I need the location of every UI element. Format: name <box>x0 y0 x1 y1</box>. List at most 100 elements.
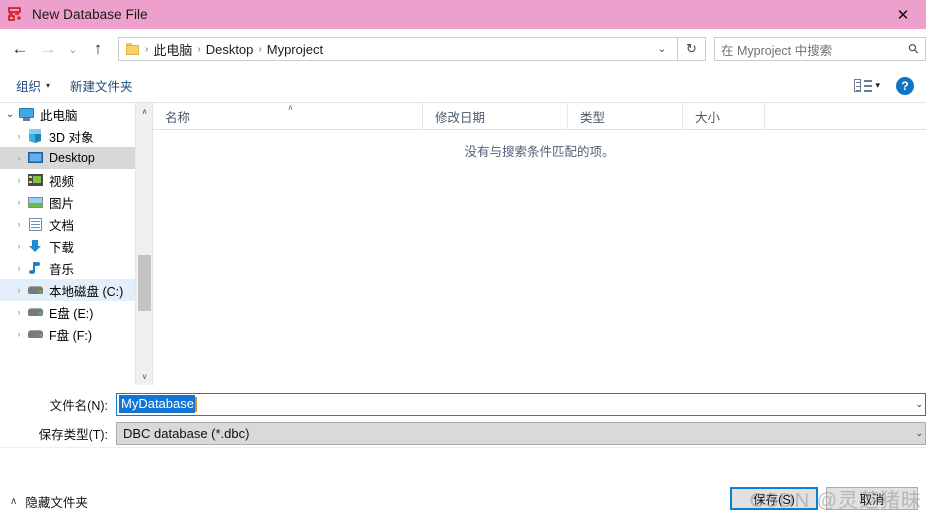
breadcrumb-item-2[interactable]: Myproject <box>263 42 327 57</box>
filename-input[interactable]: MyDatabase <box>116 392 926 416</box>
filename-label: 文件名(N): <box>49 398 108 413</box>
computer-icon <box>18 107 35 122</box>
file-list-pane[interactable]: ∧ 名称 修改日期 类型 大小 没有与搜索条件匹配的项。 <box>153 102 926 385</box>
search-input[interactable]: 在 Myproject 中搜索 ⚲ <box>714 37 926 61</box>
sidebar-item-label: 下载 <box>49 240 75 255</box>
drive-icon <box>27 305 44 320</box>
sidebar-item-pictures[interactable]: › 图片 <box>0 191 135 213</box>
view-mode-icon[interactable] <box>854 78 873 93</box>
navigation-pane-scrollbar[interactable]: ∧ ∨ <box>135 103 152 385</box>
sidebar-item-downloads[interactable]: › 下载 <box>0 235 135 257</box>
sidebar-item-label: 本地磁盘 (C:) <box>49 284 124 299</box>
column-header-date[interactable]: 修改日期 <box>423 102 568 130</box>
save-form: 文件名(N): MyDatabase ⌄ 保存类型(T): DBC databa… <box>0 385 926 447</box>
sidebar-item-label: 视频 <box>49 174 75 189</box>
pictures-icon <box>27 195 44 210</box>
organize-label: 组织 <box>16 80 42 94</box>
chevron-right-icon[interactable]: › <box>11 329 27 339</box>
sidebar-item-this-pc[interactable]: ⌄ 此电脑 <box>0 103 135 125</box>
command-bar-right: ▾ ? <box>854 76 926 95</box>
videos-icon <box>27 173 44 188</box>
sidebar-item-drive-e[interactable]: › E盘 (E:) <box>0 301 135 323</box>
chevron-right-icon[interactable]: › <box>11 131 27 141</box>
new-folder-button[interactable]: 新建文件夹 <box>60 76 143 95</box>
filetype-select[interactable]: DBC database (*.dbc) <box>116 421 926 445</box>
music-icon <box>27 261 44 276</box>
sidebar-item-label: 文档 <box>49 218 75 233</box>
hide-folders-label: 隐藏文件夹 <box>25 496 88 510</box>
chevron-up-icon: ∧ <box>10 496 18 507</box>
window-title: New Database File <box>32 7 148 22</box>
address-bar[interactable]: › 此电脑 › Desktop › Myproject ⌄ <box>118 37 678 61</box>
sidebar-item-3d-objects[interactable]: › 3D 对象 <box>0 125 135 147</box>
chevron-down-icon[interactable]: ⌄ <box>2 109 18 120</box>
filetype-chevron-down-icon[interactable]: ⌄ <box>915 428 923 439</box>
chevron-right-icon[interactable]: › <box>11 285 27 295</box>
empty-list-message: 没有与搜索条件匹配的项。 <box>464 145 615 159</box>
chevron-down-icon[interactable]: ⌄ <box>649 38 675 60</box>
chevron-right-icon[interactable]: › <box>11 153 27 163</box>
documents-icon <box>27 217 44 232</box>
save-button[interactable]: 保存(S) <box>730 487 818 510</box>
chevron-right-icon[interactable]: › <box>11 263 27 273</box>
desktop-icon <box>27 151 44 166</box>
navigation-bar: ← → ⌄ ↑ › 此电脑 › Desktop › Myproject ⌄ ↻ … <box>0 29 926 69</box>
dialog-footer: ∧ 隐藏文件夹 保存(S) 取消 CSDN @灵芝猪昧 <box>0 447 926 525</box>
column-header-row: ∧ 名称 修改日期 类型 大小 <box>153 102 926 130</box>
navigation-pane: ⌄ 此电脑 › 3D 对象 › Desktop › 视频 › 图片 › 文档 ›… <box>0 103 135 385</box>
organize-button[interactable]: 组织 ▾ <box>6 76 60 95</box>
drive-icon <box>27 283 44 298</box>
sidebar-item-label: 图片 <box>49 196 75 211</box>
sidebar-item-drive-f[interactable]: › F盘 (F:) <box>0 323 135 345</box>
hide-folders-button[interactable]: ∧ 隐藏文件夹 <box>10 492 88 511</box>
sidebar-item-videos[interactable]: › 视频 <box>0 169 135 191</box>
breadcrumb-item-1[interactable]: Desktop <box>202 42 258 57</box>
chevron-right-icon[interactable]: › <box>11 175 27 185</box>
chevron-right-icon[interactable]: › <box>11 307 27 317</box>
sidebar-item-documents[interactable]: › 文档 <box>0 213 135 235</box>
close-icon[interactable]: ✕ <box>880 0 926 29</box>
filetype-row: 保存类型(T): DBC database (*.dbc) ⌄ <box>0 421 926 445</box>
file-save-dialog: New Database File ✕ ← → ⌄ ↑ › 此电脑 › Desk… <box>0 0 926 525</box>
help-icon[interactable]: ? <box>896 76 914 95</box>
sidebar-item-desktop[interactable]: › Desktop <box>0 147 135 169</box>
sidebar-item-local-disk-c[interactable]: › 本地磁盘 (C:) <box>0 279 135 301</box>
3d-objects-icon <box>27 128 44 144</box>
recent-locations-button[interactable]: ⌄ <box>62 34 84 64</box>
column-header-type[interactable]: 类型 <box>568 102 683 130</box>
text-caret <box>194 396 197 412</box>
chevron-down-icon: ▾ <box>46 81 51 90</box>
search-icon: ⚲ <box>905 39 923 58</box>
column-header-name[interactable]: ∧ 名称 <box>153 102 423 130</box>
scroll-down-icon[interactable]: ∨ <box>136 368 153 385</box>
cancel-button[interactable]: 取消 <box>826 487 918 510</box>
forward-button[interactable]: → <box>34 34 62 64</box>
filename-chevron-down-icon[interactable]: ⌄ <box>915 399 923 410</box>
up-button[interactable]: ↑ <box>84 34 112 64</box>
new-folder-label: 新建文件夹 <box>70 80 133 94</box>
sidebar-item-label: 3D 对象 <box>49 130 94 145</box>
view-mode-chevron-down-icon[interactable]: ▾ <box>875 80 880 91</box>
drive-icon <box>27 327 44 342</box>
title-bar: New Database File ✕ <box>0 0 926 29</box>
database-table-icon <box>8 6 24 23</box>
downloads-icon <box>27 239 44 254</box>
sidebar-item-label: 音乐 <box>49 262 75 277</box>
command-bar: 组织 ▾ 新建文件夹 ▾ ? <box>0 69 926 103</box>
chevron-right-icon[interactable]: › <box>11 197 27 207</box>
breadcrumb-item-0[interactable]: 此电脑 <box>149 40 196 59</box>
chevron-right-icon[interactable]: › <box>11 241 27 251</box>
column-header-size[interactable]: 大小 <box>683 102 765 130</box>
main-area: ⌄ 此电脑 › 3D 对象 › Desktop › 视频 › 图片 › 文档 ›… <box>0 102 926 385</box>
refresh-button[interactable]: ↻ <box>678 37 706 61</box>
sidebar-item-label: 此电脑 <box>40 108 78 123</box>
scroll-up-icon[interactable]: ∧ <box>136 103 153 120</box>
search-placeholder: 在 Myproject 中搜索 <box>721 43 833 58</box>
chevron-right-icon[interactable]: › <box>11 219 27 229</box>
column-label: 名称 <box>165 110 191 125</box>
sidebar-item-music[interactable]: › 音乐 <box>0 257 135 279</box>
filetype-label: 保存类型(T): <box>38 427 108 442</box>
scrollbar-thumb[interactable] <box>138 255 151 311</box>
filename-row: 文件名(N): MyDatabase ⌄ <box>0 392 926 416</box>
back-button[interactable]: ← <box>6 34 34 64</box>
